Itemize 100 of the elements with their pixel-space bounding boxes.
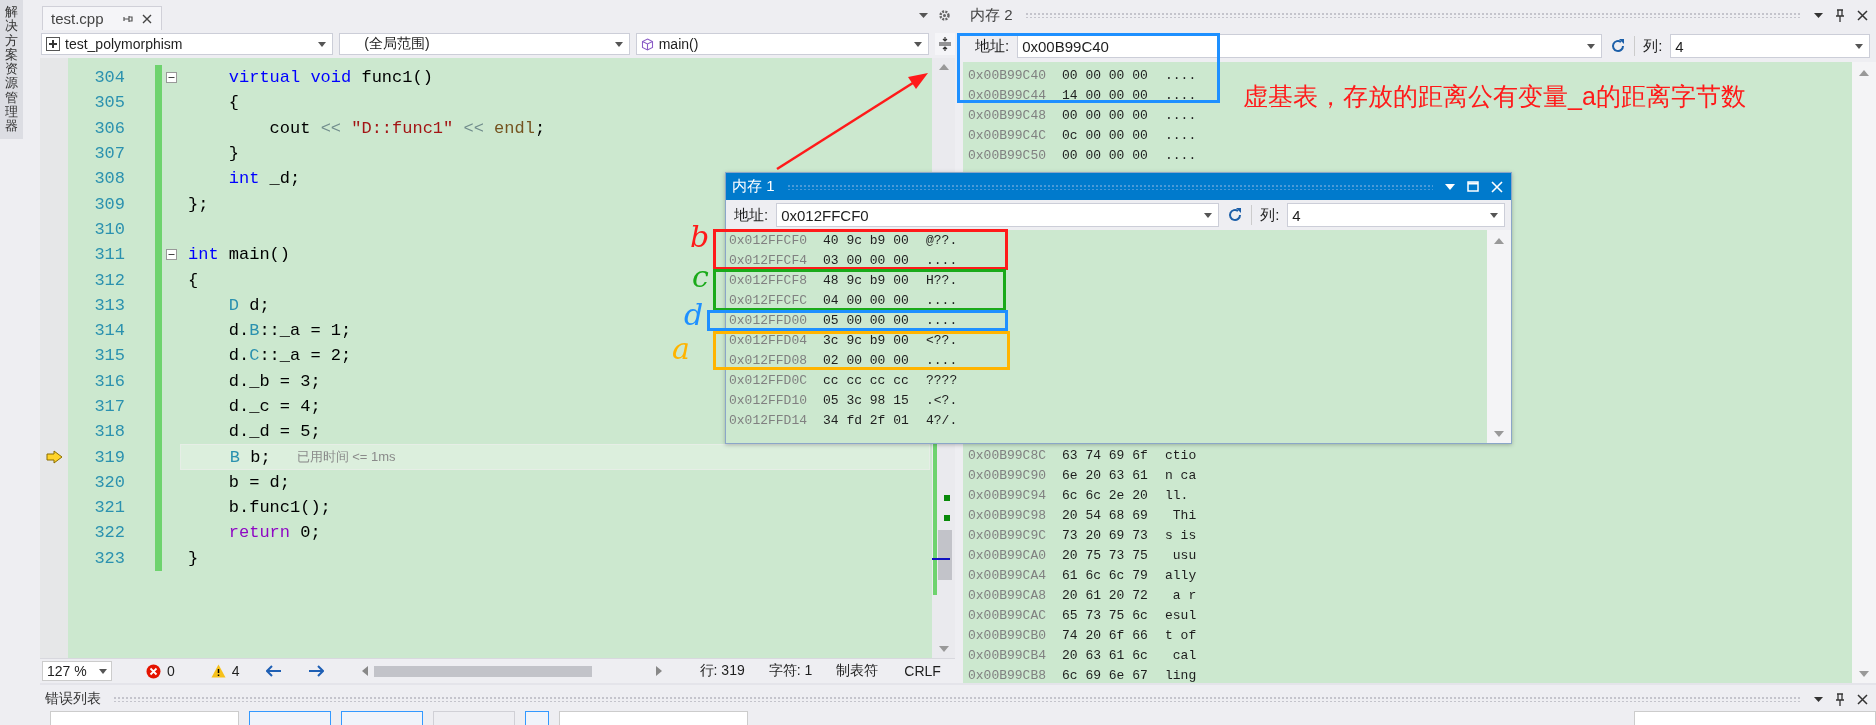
panel-title: 错误列表	[45, 690, 101, 708]
handwritten-letter: c	[692, 262, 709, 292]
code-line: {	[188, 270, 199, 290]
line-number: 311	[93, 245, 125, 265]
memory-address: 0x00B99C4C	[968, 127, 1047, 143]
memory-bytes: 73 20 69 73	[1062, 527, 1149, 543]
code-line: }	[188, 548, 199, 568]
memory-bytes: 20 75 73 75	[1062, 547, 1149, 563]
memory-text: ....	[1165, 87, 1197, 103]
handwritten-letter: a	[672, 334, 690, 364]
memory-text: s is	[1165, 527, 1197, 543]
line-number: 321	[93, 498, 125, 518]
memory-address: 0x00B99CAC	[968, 607, 1047, 623]
memory-bytes: 14 00 00 00	[1062, 87, 1149, 103]
memory-bytes: 20 61 20 72	[1062, 587, 1149, 603]
code-line: B b;	[228, 447, 271, 467]
code-line: D d;	[227, 295, 270, 315]
memory-text: ....	[926, 252, 958, 268]
line-number: 305	[93, 93, 125, 113]
memory-bytes: 03 00 00 00	[823, 252, 910, 268]
line-number: 320	[93, 472, 125, 492]
memory-bytes: 48 9c b9 00	[823, 272, 910, 288]
memory-address: 0x012FFD00	[729, 312, 808, 328]
memory-address: 0x00B99CB0	[968, 627, 1047, 643]
line-position: 行: 319	[699, 662, 745, 680]
memory-text: usu	[1171, 547, 1197, 563]
memory-bytes: 05 00 00 00	[823, 312, 910, 328]
columns-label: 列:	[1260, 205, 1280, 225]
handwritten-letter: d	[684, 300, 704, 330]
code-line: cout << "D::func1" << endl;	[268, 118, 546, 138]
memory-text: ling	[1165, 667, 1197, 683]
memory-bytes: 63 74 69 6f	[1062, 447, 1149, 463]
memory-address: 0x00B99C8C	[968, 447, 1047, 463]
line-number: 315	[93, 346, 125, 366]
elapsed-time-hint: 已用时间 <= 1ms	[296, 448, 396, 467]
memory-bytes: 6e 20 63 61	[1062, 467, 1149, 483]
column-position: 字符: 1	[768, 662, 813, 680]
memory-text: n ca	[1165, 467, 1197, 483]
memory-address: 0x00B99C40	[968, 67, 1047, 83]
memory-text: ....	[926, 352, 958, 368]
line-number: 304	[93, 68, 125, 88]
memory-bytes: 34 fd 2f 01	[823, 412, 910, 428]
memory-address: 0x012FFCF8	[729, 272, 808, 288]
line-number: 317	[93, 397, 125, 416]
memory-bytes: 3c 9c b9 00	[823, 332, 910, 348]
memory-bytes: 00 00 00 00	[1062, 67, 1149, 83]
memory-text: ....	[1165, 67, 1197, 83]
code-line: int main()	[188, 245, 291, 265]
memory-address: 0x00B99C98	[968, 507, 1047, 523]
memory-text: 4?/.	[926, 412, 958, 428]
memory-address: 0x00B99CA4	[968, 567, 1047, 583]
code-line: {	[227, 93, 239, 113]
memory-address: 0x012FFD0C	[729, 372, 808, 388]
memory-address: 0x00B99C94	[968, 487, 1047, 503]
line-number: 308	[93, 169, 125, 189]
error-count: 0	[167, 663, 175, 679]
memory-text: ....	[1165, 107, 1197, 123]
line-number: 316	[93, 371, 125, 391]
memory-text: ....	[1165, 127, 1197, 143]
memory-text: ????	[926, 372, 958, 388]
memory-bytes: 6c 69 6e 67	[1062, 667, 1149, 683]
memory-address: 0x00B99CB4	[968, 647, 1047, 663]
memory-bytes: 05 3c 98 15	[823, 392, 910, 408]
memory-bytes: 04 00 00 00	[823, 292, 910, 308]
line-number: 307	[93, 144, 125, 164]
line-number: 318	[93, 422, 125, 442]
code-line: }	[227, 144, 239, 164]
line-number: 314	[93, 321, 125, 341]
line-number: 322	[93, 523, 125, 543]
memory-text: cal	[1171, 647, 1197, 663]
line-number: 306	[93, 118, 125, 138]
memory-address: 0x012FFD10	[729, 392, 808, 408]
handwritten-letter: b	[690, 222, 710, 252]
window-title: 内存 1	[732, 177, 775, 196]
line-number: 323	[93, 548, 125, 568]
memory-text: .<?.	[926, 392, 958, 408]
line-number: 312	[93, 270, 125, 290]
memory-text: ll.	[1165, 487, 1189, 503]
memory-address: 0x012FFCFC	[729, 292, 808, 308]
memory-address: 0x012FFD04	[729, 332, 808, 348]
memory-address: 0x012FFCF4	[729, 252, 808, 268]
line-ending: CRLF	[904, 663, 941, 679]
memory-text: t of	[1165, 627, 1197, 643]
memory-text: ctio	[1165, 447, 1197, 463]
memory-address: 0x00B99C50	[968, 147, 1047, 163]
memory-text: a r	[1171, 587, 1197, 603]
code-line: return 0;	[227, 523, 321, 543]
memory-text: H??.	[926, 272, 958, 288]
memory-bytes: 61 6c 6c 79	[1062, 567, 1149, 583]
code-line: d.B::_a = 1;	[227, 321, 352, 341]
memory-text: ....	[1165, 147, 1197, 163]
memory-address: 0x00B99CA8	[968, 587, 1047, 603]
code-line: b.func1();	[227, 498, 331, 518]
memory-bytes: cc cc cc cc	[823, 372, 910, 388]
memory-text: ....	[926, 292, 958, 308]
memory-bytes: 0c 00 00 00	[1062, 127, 1149, 143]
address-label: 地址:	[734, 205, 769, 225]
memory-text: Thi	[1171, 507, 1197, 523]
memory-address: 0x012FFD08	[729, 352, 808, 368]
memory-bytes: 20 54 68 69	[1062, 507, 1149, 523]
